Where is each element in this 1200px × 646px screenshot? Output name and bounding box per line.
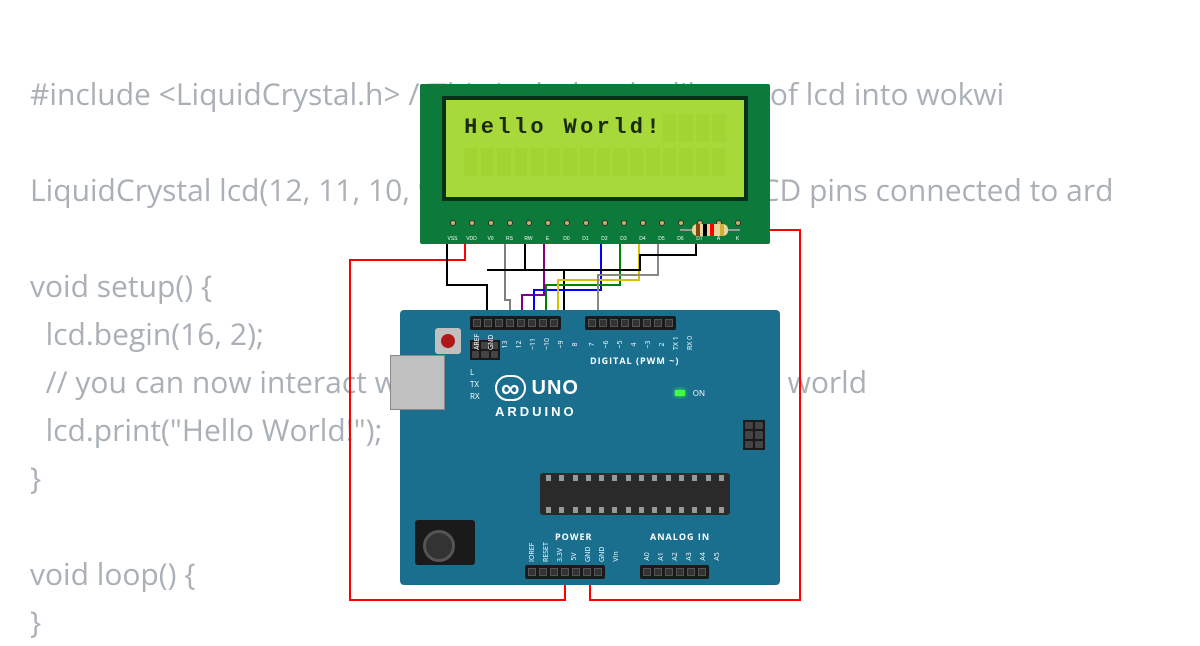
digital-labels-left: AREFGND1312~11~10~98 xyxy=(472,340,581,349)
power-on-led xyxy=(675,390,685,396)
arduino-logo-icon: ∞ xyxy=(495,375,526,401)
analog-labels: A0A1A2A3A4A5 xyxy=(642,552,723,561)
analog-header[interactable] xyxy=(640,565,709,579)
usb-port xyxy=(390,355,445,410)
atmega-chip xyxy=(540,473,730,515)
status-leds: L TX RX xyxy=(470,367,480,403)
lcd-screen: Hello World! xyxy=(442,96,748,201)
digital-section-label: DIGITAL (PWM ~) xyxy=(590,354,679,367)
arduino-uno-board[interactable]: L TX RX ∞ UNO ARDUINO ON AREFGND1312~11~… xyxy=(400,310,780,585)
resistor[interactable] xyxy=(680,220,740,240)
analog-section-label: ANALOG IN xyxy=(650,530,710,543)
lcd-row-1: Hello World! xyxy=(464,114,726,142)
reset-button[interactable] xyxy=(435,328,461,354)
digital-labels-right: 7~6~54~32TX 1RX 0 xyxy=(587,340,696,349)
power-labels: IOREFRESET3.3V5VGNDGNDVin xyxy=(527,552,622,561)
power-section-label: POWER xyxy=(555,530,593,543)
circuit-diagram: Hello World! VSSVDDV0RSRWED0D1D2D3D4D5D6… xyxy=(0,0,1200,630)
power-on-label: ON xyxy=(693,388,705,399)
power-jack xyxy=(415,520,475,565)
arduino-branding: ∞ UNO ARDUINO xyxy=(495,375,579,419)
power-header[interactable] xyxy=(525,565,605,579)
lcd-row-2 xyxy=(464,148,726,176)
digital-header-left[interactable] xyxy=(470,316,561,330)
model-label: UNO xyxy=(532,377,579,400)
digital-header-right[interactable] xyxy=(585,316,676,330)
icsp-header-2 xyxy=(743,420,765,450)
brand-label: ARDUINO xyxy=(495,404,579,419)
